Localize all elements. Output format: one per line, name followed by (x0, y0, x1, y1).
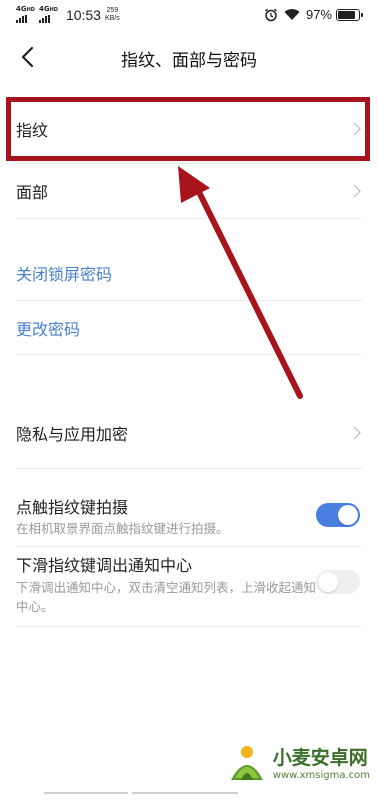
chevron-right-icon (353, 426, 361, 440)
watermark: 小麦安卓网 www.xmsigma.com (225, 740, 370, 784)
nav-hint-line (132, 792, 238, 794)
divider (16, 468, 362, 469)
watermark-url: www.xmsigma.com (272, 770, 370, 781)
toggle-knob (318, 572, 338, 592)
swipe-notify-title: 下滑指纹键调出通知中心 (16, 556, 193, 575)
divider (16, 546, 362, 547)
touch-shoot-description: 在相机取景界面点触指纹键进行拍摄。 (16, 521, 229, 536)
annotation-arrow-icon (178, 166, 303, 399)
divider (16, 626, 362, 627)
nav-hint-line (44, 792, 128, 794)
toggle-knob (338, 505, 358, 525)
android-logo-icon (230, 746, 263, 780)
privacy-encryption-label: 隐私与应用加密 (16, 425, 129, 444)
watermark-title: 小麦安卓网 (272, 747, 368, 769)
touch-shoot-toggle[interactable] (316, 503, 360, 527)
touch-shoot-title: 点触指纹键拍摄 (16, 498, 129, 517)
swipe-notify-toggle[interactable] (316, 570, 360, 594)
swipe-notify-description: 下滑调出通知中心，双击清空通知列表，上滑收起通知中心。 (16, 580, 317, 614)
